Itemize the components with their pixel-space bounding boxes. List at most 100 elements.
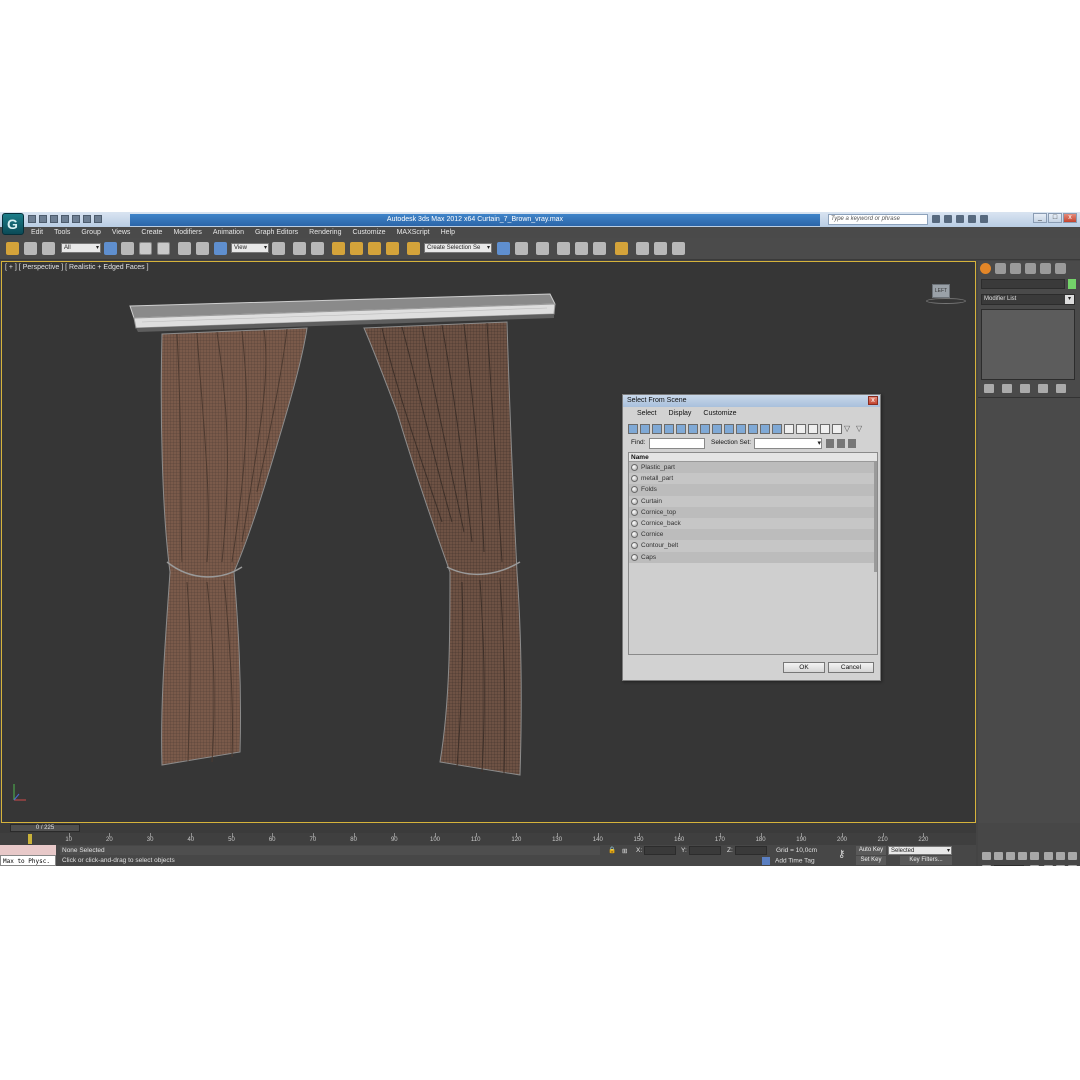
menu-help[interactable]: Help: [441, 227, 455, 238]
menu-create[interactable]: Create: [141, 227, 162, 238]
configure-modifier-sets-icon[interactable]: [1056, 384, 1066, 393]
absolute-mode-icon[interactable]: ⊞: [622, 847, 627, 855]
add-time-tag-button[interactable]: Add Time Tag: [762, 857, 815, 865]
align-icon[interactable]: [515, 242, 528, 255]
menu-maxscript[interactable]: MAXScript: [397, 227, 430, 238]
help-icon[interactable]: [980, 215, 988, 223]
zoom-all-icon[interactable]: [1056, 852, 1065, 860]
filter-icon[interactable]: ▽: [844, 424, 854, 434]
list-item[interactable]: Caps: [629, 551, 877, 563]
select-all-icon[interactable]: [808, 424, 818, 434]
list-item[interactable]: Cornice: [629, 529, 877, 541]
list-scrollbar[interactable]: [874, 462, 877, 572]
render-production-icon[interactable]: [672, 242, 685, 255]
mirror-icon[interactable]: [497, 242, 510, 255]
material-editor-icon[interactable]: [615, 242, 628, 255]
invert-display-icon[interactable]: [796, 424, 806, 434]
select-by-name-icon[interactable]: [121, 242, 134, 255]
z-coordinate-field[interactable]: [735, 846, 767, 855]
display-hidden-icon[interactable]: [760, 424, 770, 434]
hierarchy-tab-icon[interactable]: [1010, 263, 1021, 274]
communication-icon[interactable]: [956, 215, 964, 223]
set-key-button[interactable]: Set Key: [856, 856, 886, 865]
cancel-button[interactable]: Cancel: [828, 662, 874, 673]
dialog-menu-display[interactable]: Display: [668, 410, 691, 417]
go-to-start-icon[interactable]: [982, 852, 991, 860]
filter-options-icon[interactable]: ▽: [856, 424, 866, 434]
rendered-frame-window-icon[interactable]: [654, 242, 667, 255]
play-icon[interactable]: [1006, 852, 1015, 860]
percent-snap-icon[interactable]: [368, 242, 381, 255]
close-window-button[interactable]: x: [1063, 213, 1077, 223]
current-frame-marker[interactable]: [28, 834, 32, 844]
keyboard-shortcut-override-icon[interactable]: [311, 242, 324, 255]
rectangular-selection-icon[interactable]: [139, 242, 152, 255]
bind-space-warp-icon[interactable]: [42, 242, 55, 255]
maximize-button[interactable]: □: [1048, 213, 1062, 223]
display-shapes-icon[interactable]: [640, 424, 650, 434]
x-coordinate-field[interactable]: [644, 846, 676, 855]
lock-selection-icon[interactable]: 🔒: [608, 846, 616, 854]
reference-coordinate-dropdown[interactable]: View: [231, 243, 269, 253]
show-end-result-icon[interactable]: [1002, 384, 1012, 393]
field-of-view-icon[interactable]: [1044, 865, 1053, 866]
display-xrefs-icon[interactable]: [712, 424, 722, 434]
maxscript-mini-listener[interactable]: [0, 845, 56, 855]
quick-access-dropdown-icon[interactable]: [94, 215, 102, 223]
go-to-end-icon[interactable]: [1030, 852, 1039, 860]
display-all-icon[interactable]: [772, 424, 782, 434]
display-helpers-icon[interactable]: [676, 424, 686, 434]
pan-view-icon[interactable]: [1056, 865, 1065, 866]
modify-tab-icon[interactable]: [995, 263, 1006, 274]
pivot-center-icon[interactable]: [272, 242, 285, 255]
next-frame-icon[interactable]: [1018, 852, 1027, 860]
scale-icon[interactable]: [214, 242, 227, 255]
modifier-stack[interactable]: [981, 309, 1075, 380]
object-name-field[interactable]: [981, 279, 1065, 289]
select-none-icon[interactable]: [820, 424, 830, 434]
create-selection-set-icon[interactable]: [826, 439, 834, 448]
list-item[interactable]: Plastic_part: [629, 462, 877, 474]
minimize-button[interactable]: _: [1033, 213, 1047, 223]
menu-group[interactable]: Group: [81, 227, 100, 238]
display-none-icon[interactable]: [784, 424, 794, 434]
display-space-warps-icon[interactable]: [688, 424, 698, 434]
edit-selection-set-icon[interactable]: [837, 439, 845, 448]
curve-editor-icon[interactable]: [575, 242, 588, 255]
project-folder-icon[interactable]: [83, 215, 91, 223]
search-icon[interactable]: [932, 215, 940, 223]
column-header-name[interactable]: Name: [629, 453, 877, 462]
list-item[interactable]: Cornice_back: [629, 517, 877, 530]
menu-graph-editors[interactable]: Graph Editors: [255, 227, 298, 238]
set-key-mode-icon[interactable]: ⚷: [838, 849, 845, 860]
angle-snap-icon[interactable]: [350, 242, 363, 255]
auto-key-button[interactable]: Auto Key: [856, 846, 886, 855]
motion-tab-icon[interactable]: [1025, 263, 1036, 274]
delete-selection-set-icon[interactable]: [848, 439, 856, 448]
save-file-icon[interactable]: [50, 215, 58, 223]
dialog-menu-customize[interactable]: Customize: [703, 410, 736, 417]
track-bar[interactable]: 10 20 30 40 50 60 70 80 90 100 110 120 130 140 150 160 1…: [0, 833, 976, 845]
dialog-close-button[interactable]: x: [868, 396, 878, 405]
snaps-toggle-icon[interactable]: [332, 242, 345, 255]
list-item[interactable]: metall_part: [629, 473, 877, 485]
maxscript-listener[interactable]: Max to Physc.: [0, 845, 56, 866]
menu-animation[interactable]: Animation: [213, 227, 244, 238]
undo-icon[interactable]: [61, 215, 69, 223]
zoom-icon[interactable]: [1044, 852, 1053, 860]
y-coordinate-field[interactable]: [689, 846, 721, 855]
select-link-icon[interactable]: [6, 242, 19, 255]
list-item[interactable]: Contour_belt: [629, 540, 877, 552]
ok-button[interactable]: OK: [783, 662, 825, 673]
maxscript-input[interactable]: Max to Physc.: [0, 855, 56, 866]
display-geometry-icon[interactable]: [628, 424, 638, 434]
redo-icon[interactable]: [72, 215, 80, 223]
render-setup-icon[interactable]: [636, 242, 649, 255]
zoom-extents-icon[interactable]: [1068, 852, 1077, 860]
select-manipulate-icon[interactable]: [293, 242, 306, 255]
display-groups-icon[interactable]: [700, 424, 710, 434]
modifier-list-dropdown[interactable]: Modifier List: [981, 294, 1075, 305]
list-item[interactable]: Cornice_top: [629, 506, 877, 518]
pin-stack-icon[interactable]: [984, 384, 994, 393]
time-configuration-icon[interactable]: [1030, 865, 1039, 866]
